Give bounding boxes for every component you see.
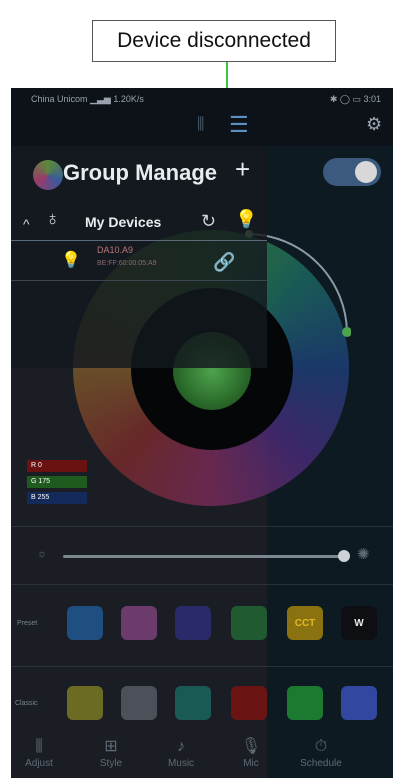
add-group-button[interactable]: + <box>235 154 250 185</box>
equalizer-icon: ⫼ <box>35 738 43 755</box>
preset-color-chip[interactable] <box>67 606 103 640</box>
device-mac-address: BE:FF:60:00:05:A9 <box>97 260 157 267</box>
tab-mic[interactable]: 🎙 Mic <box>216 736 286 769</box>
tab-adjust[interactable]: ⫼ Adjust <box>11 736 74 769</box>
brightness-slider-thumb[interactable] <box>338 550 350 562</box>
sun-high-icon: ✺ <box>357 546 370 563</box>
sun-low-icon: ☼ <box>37 548 48 560</box>
chevron-up-icon[interactable]: ^ <box>23 216 30 232</box>
classic-color-chip[interactable] <box>287 686 323 720</box>
phone-screen: China Unicom ▁▃▅ 1.20K/s ✱ ◯ ▭ 3:01 ⫼ ☰ … <box>11 88 393 778</box>
divider <box>11 584 393 585</box>
microphone-icon: 🎙 <box>240 738 262 755</box>
classic-color-chip[interactable] <box>175 686 211 720</box>
equalizer-icon[interactable]: ⫼ <box>197 116 204 134</box>
classic-color-chip[interactable] <box>121 686 157 720</box>
red-value: R 0 <box>27 460 87 472</box>
tab-music[interactable]: ♪ Music <box>146 736 216 769</box>
tab-label: Schedule <box>300 758 342 769</box>
list-icon[interactable]: ☰ <box>229 112 249 138</box>
network-speed: 1.20K/s <box>113 93 144 104</box>
system-icons: ✱ ◯ ▭ <box>329 93 361 104</box>
group-manage-title: Group Manage <box>63 160 218 185</box>
preset-color-chip[interactable]: CCT <box>287 606 323 640</box>
broken-link-icon[interactable]: 🔗 <box>213 252 235 273</box>
bulb-icon: 💡 <box>61 252 81 269</box>
music-icon: ♪ <box>177 738 185 755</box>
gear-icon[interactable]: ⚙ <box>366 114 382 135</box>
green-value: G 175 <box>27 476 87 488</box>
bottom-tab-bar: ⫼ Adjust ⊞ Style ♪ Music 🎙 Mic ⏱ Schedule <box>11 736 393 778</box>
preset-color-chip[interactable] <box>175 606 211 640</box>
preset-label: Preset <box>17 620 38 627</box>
preset-color-chip[interactable]: W <box>341 606 377 640</box>
tab-label: Adjust <box>25 758 53 769</box>
status-bar: China Unicom ▁▃▅ 1.20K/s ✱ ◯ ▭ 3:01 <box>11 88 393 110</box>
tab-label: Mic <box>243 758 259 769</box>
preset-color-chip[interactable] <box>121 606 157 640</box>
divider <box>11 526 393 527</box>
classic-color-chip[interactable] <box>67 686 103 720</box>
tab-style[interactable]: ⊞ Style <box>76 736 146 769</box>
tab-schedule[interactable]: ⏱ Schedule <box>286 736 356 769</box>
blue-value: B 255 <box>27 492 87 504</box>
refresh-icon[interactable]: ↻ <box>201 211 216 232</box>
classic-label: Classic <box>15 700 38 707</box>
my-devices-label: My Devices <box>85 214 162 230</box>
bulb-select-icon[interactable]: 💡 <box>235 209 257 230</box>
bulb-group-icon: ♁ <box>45 208 60 230</box>
divider <box>11 666 393 667</box>
group-avatar <box>33 160 63 190</box>
grid-icon: ⊞ <box>104 738 118 755</box>
brightness-slider-track[interactable] <box>63 555 347 558</box>
annotation-callout: Device disconnected <box>92 20 336 62</box>
carrier-text: China Unicom <box>31 93 88 104</box>
device-name: DA10.A9 <box>97 245 134 255</box>
tab-label: Music <box>167 758 195 769</box>
annotation-text: Device disconnected <box>117 29 311 52</box>
signal-icon: ▁▃▅ <box>90 93 114 104</box>
clock-icon: ⏱ <box>314 738 328 755</box>
status-right: ✱ ◯ ▭ 3:01 <box>330 94 381 105</box>
status-left: China Unicom ▁▃▅ 1.20K/s <box>31 94 144 105</box>
preset-color-chip[interactable] <box>231 606 267 640</box>
tab-label: Style <box>99 758 123 769</box>
clock-text: 3:01 <box>363 93 381 104</box>
power-toggle-knob[interactable] <box>355 161 377 183</box>
top-bar: ⫼ ☰ ⚙ <box>11 110 393 146</box>
classic-color-chip[interactable] <box>231 686 267 720</box>
classic-color-chip[interactable] <box>341 686 377 720</box>
